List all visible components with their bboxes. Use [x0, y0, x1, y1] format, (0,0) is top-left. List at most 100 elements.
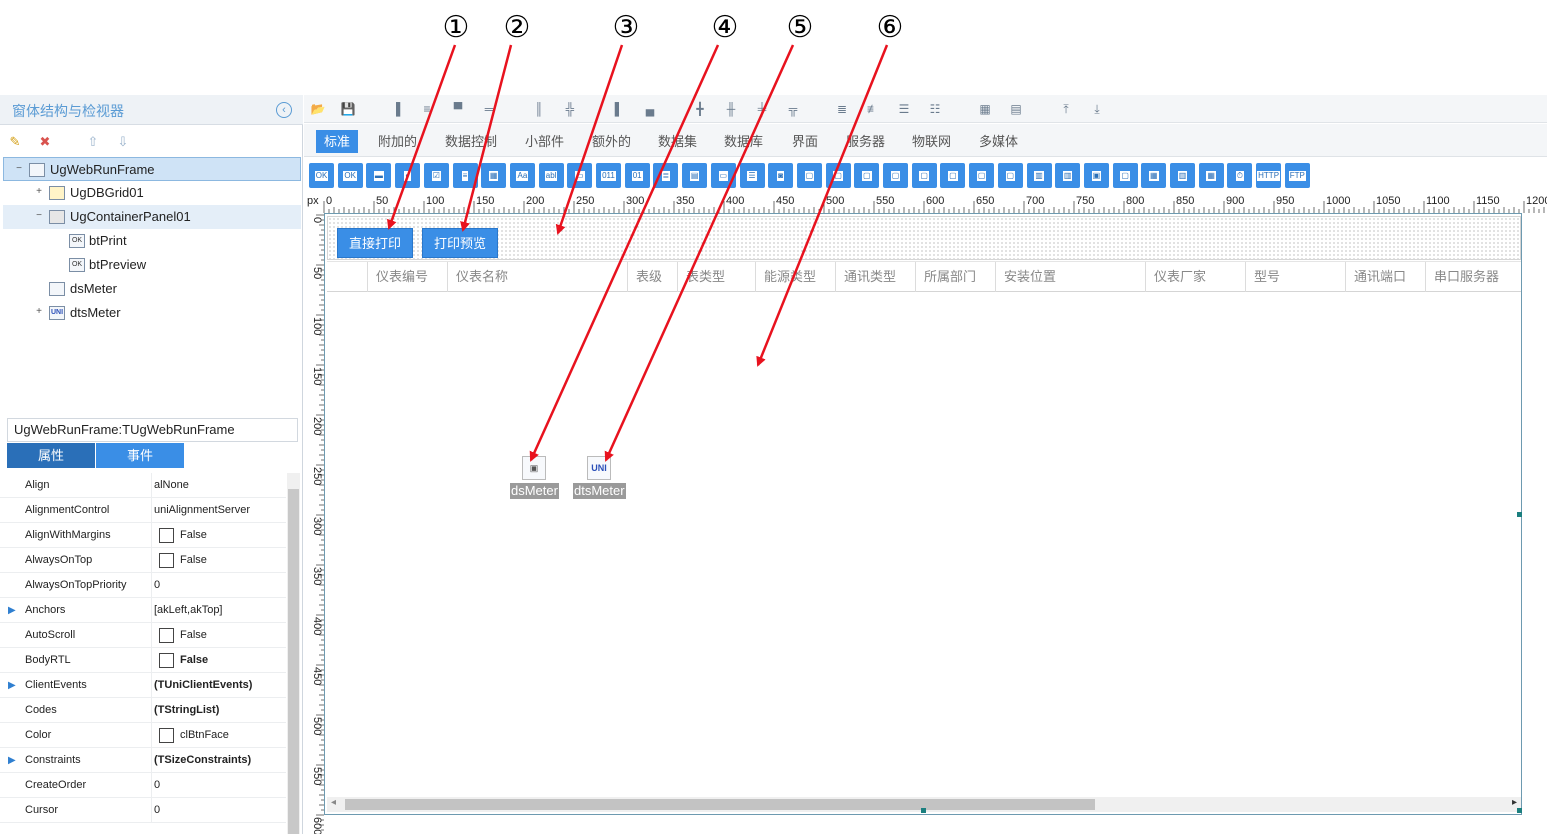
distribute-h2-icon[interactable]: ╫	[721, 99, 741, 119]
palette-component-icon[interactable]: ≡	[452, 163, 478, 188]
palette-component-icon[interactable]: ≣	[653, 163, 679, 188]
property-value[interactable]: 0	[154, 798, 160, 823]
align-middle-icon[interactable]: ═	[479, 99, 499, 119]
property-row[interactable]: AlignWithMargins False	[0, 523, 286, 548]
palette-component-icon[interactable]: ▥	[1170, 163, 1195, 188]
palette-component-icon[interactable]: ▥	[1026, 163, 1052, 188]
send-back-icon[interactable]: ⤓	[1087, 99, 1107, 119]
property-value[interactable]: 0	[154, 773, 160, 798]
palette-component-icon[interactable]: ▦	[481, 163, 507, 188]
grid-column-header[interactable]: 能源类型	[755, 262, 835, 292]
property-row[interactable]: BodyRTL False	[0, 648, 286, 673]
datasource-icon[interactable]: ▣	[522, 456, 546, 480]
grid2-icon[interactable]: ▤	[1006, 99, 1026, 119]
tab-properties[interactable]: 属性	[7, 443, 95, 468]
design-canvas[interactable]: 直接打印 打印预览 仪表编号 仪表名称 表级 表类型 能源类型 通讯类型 所属部门 安装位置仪…	[324, 213, 1522, 815]
grid-column-header[interactable]: 通讯类型	[835, 262, 915, 292]
palette-component-icon[interactable]: ▥	[1055, 163, 1081, 188]
tab-palette-10[interactable]: 多媒体	[971, 130, 1026, 153]
palette-component-icon[interactable]: ▢	[997, 163, 1023, 188]
palette-component-icon[interactable]: Aa	[509, 163, 535, 188]
palette-component-icon[interactable]: ▣	[1083, 163, 1109, 188]
checkbox[interactable]	[159, 628, 174, 643]
resize-handle-bottom[interactable]	[921, 808, 926, 813]
checkbox[interactable]	[159, 528, 174, 543]
property-row[interactable]: Codes (TStringList)	[0, 698, 286, 723]
dataset-icon[interactable]: UNI	[587, 456, 611, 480]
tab-palette-4[interactable]: 额外的	[584, 130, 639, 153]
palette-component-icon[interactable]: ▢	[911, 163, 937, 188]
palette-component-icon[interactable]: ▬	[366, 163, 392, 188]
open-folder-icon[interactable]: 📂	[308, 99, 328, 119]
property-row[interactable]: ▶ Anchors [akLeft,akTop]	[0, 598, 286, 623]
size-same-icon[interactable]: ☰	[894, 99, 914, 119]
expand-arrow-icon[interactable]: ▶	[8, 748, 16, 773]
palette-component-icon[interactable]: ▢	[1112, 163, 1138, 188]
move-down-icon[interactable]: ⇩	[114, 133, 132, 151]
print-preview-button[interactable]: 打印预览	[422, 228, 498, 258]
add-node-icon[interactable]: ✎	[6, 133, 24, 151]
checkbox[interactable]	[159, 653, 174, 668]
align-center-h-icon[interactable]: ≡	[417, 99, 437, 119]
tree-item-btprint[interactable]: OK btPrint	[3, 229, 301, 253]
tree-item-ugcontainerpanel01[interactable]: − UgContainerPanel01	[3, 205, 301, 229]
scrollbar-thumb[interactable]	[288, 489, 299, 834]
grid-column-header[interactable]: 安装位置	[995, 262, 1145, 292]
tab-palette-0[interactable]: 标准	[316, 130, 359, 153]
property-scrollbar[interactable]	[287, 473, 300, 834]
direct-print-button[interactable]: 直接打印	[337, 228, 413, 258]
grid-column-header[interactable]: 通讯端口	[1345, 262, 1425, 292]
property-row[interactable]: ▶ Constraints (TSizeConstraints)	[0, 748, 286, 773]
tab-palette-2[interactable]: 数据控制	[437, 130, 505, 153]
property-value[interactable]: alNone	[154, 473, 189, 498]
palette-component-icon[interactable]: ☑	[423, 163, 449, 188]
palette-component-icon[interactable]: abl	[538, 163, 564, 188]
palette-component-icon[interactable]: ▢	[969, 163, 995, 188]
property-value[interactable]: uniAlignmentServer	[154, 498, 250, 523]
checkbox[interactable]	[159, 728, 174, 743]
align-top-icon[interactable]: ▀	[448, 99, 468, 119]
tab-events[interactable]: 事件	[96, 443, 184, 468]
palette-component-icon[interactable]: ◙	[768, 163, 794, 188]
tab-palette-8[interactable]: 服务器	[838, 130, 893, 153]
expand-toggle-icon[interactable]: +	[33, 187, 45, 199]
tab-palette-3[interactable]: 小部件	[517, 130, 572, 153]
chevron-left-icon[interactable]: ‹	[276, 102, 292, 118]
expand-arrow-icon[interactable]: ▶	[8, 673, 16, 698]
palette-component-icon[interactable]: OK	[309, 163, 334, 188]
align-left-icon[interactable]: ▐	[386, 99, 406, 119]
align-right-icon[interactable]: ▌	[609, 99, 629, 119]
property-row[interactable]: AlignmentControl uniAlignmentServer	[0, 498, 286, 523]
scrollbar-thumb[interactable]	[345, 799, 1095, 810]
property-row[interactable]: ▶ ClientEvents (TUniClientEvents)	[0, 673, 286, 698]
tab-palette-6[interactable]: 数据库	[716, 130, 771, 153]
palette-component-icon[interactable]: ▢	[883, 163, 908, 188]
grid-column-header[interactable]: 所属部门	[915, 262, 995, 292]
palette-component-icon[interactable]: OK	[337, 163, 363, 188]
dbgrid-header[interactable]: 仪表编号 仪表名称 表级 表类型 能源类型 通讯类型 所属部门 安装位置 仪表厂家 型号 通讯端口串…	[327, 261, 1521, 292]
size-same2-icon[interactable]: ☷	[925, 99, 945, 119]
palette-component-icon[interactable]: HTTP	[1256, 163, 1282, 188]
grid-column-header[interactable]: 仪表名称	[447, 262, 627, 292]
grid-column-header[interactable]: 仪表编号	[367, 262, 447, 292]
palette-component-icon[interactable]: ⏱	[1227, 163, 1253, 188]
distribute-v-icon[interactable]: ╪	[752, 99, 772, 119]
palette-component-icon[interactable]: 011	[596, 163, 621, 188]
space-equal-h-icon[interactable]: ║	[529, 99, 549, 119]
space-equal-h2-icon[interactable]: ╬	[560, 99, 580, 119]
palette-component-icon[interactable]: ▢	[940, 163, 966, 188]
remove-node-icon[interactable]: ✖	[36, 133, 54, 151]
grid-column-header[interactable]: 仪表厂家	[1145, 262, 1245, 292]
property-row[interactable]: Color clBtnFace	[0, 723, 286, 748]
tab-palette-7[interactable]: 界面	[784, 130, 826, 153]
tree-item-ugwebrunframe[interactable]: − UgWebRunFrame	[3, 157, 301, 181]
tree-item-dsmeter[interactable]: dsMeter	[3, 277, 301, 301]
distribute-h-icon[interactable]: ╋	[690, 99, 710, 119]
distribute-v2-icon[interactable]: ╦	[783, 99, 803, 119]
move-up-icon[interactable]: ⇧	[84, 133, 102, 151]
property-row[interactable]: CreateOrder 0	[0, 773, 286, 798]
palette-component-icon[interactable]: ◐	[395, 163, 421, 188]
container-panel[interactable]: 直接打印 打印预览	[327, 216, 1521, 260]
checkbox[interactable]	[159, 553, 174, 568]
tree-item-btpreview[interactable]: OK btPreview	[3, 253, 301, 277]
